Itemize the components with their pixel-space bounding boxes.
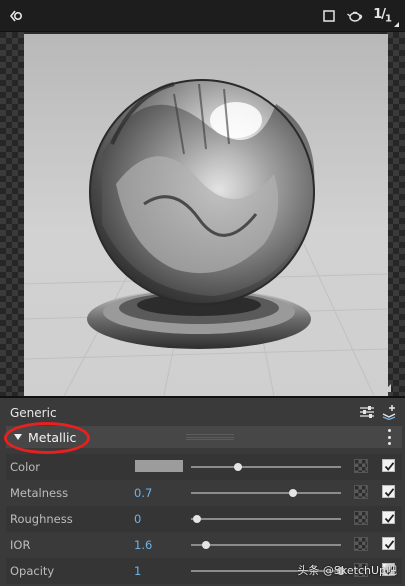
teapot-icon[interactable] xyxy=(347,8,363,24)
checker-background-left xyxy=(0,32,24,396)
property-value[interactable]: 0.7 xyxy=(134,486,152,500)
property-label: Color xyxy=(10,460,41,474)
property-value[interactable]: 0 xyxy=(134,512,141,526)
drag-grip-icon[interactable] xyxy=(186,434,234,440)
color-slider[interactable] xyxy=(191,463,341,471)
more-options-icon[interactable] xyxy=(388,429,392,445)
property-row-roughness: Roughness 0 xyxy=(6,506,402,532)
metalness-slider[interactable] xyxy=(191,489,341,497)
property-label: Opacity xyxy=(10,564,55,578)
property-label: Metalness xyxy=(10,486,69,500)
roughness-slider[interactable] xyxy=(191,515,341,523)
material-preview-sphere xyxy=(24,34,388,396)
texture-slot-icon[interactable] xyxy=(354,537,368,551)
expand-arrow-icon[interactable] xyxy=(14,434,22,440)
property-value[interactable]: 1.6 xyxy=(134,538,152,552)
preview-toolbar: 1/1 xyxy=(0,0,405,32)
color-swatch[interactable] xyxy=(135,460,183,472)
material-preview-viewport[interactable] xyxy=(0,32,405,396)
sliders-icon[interactable] xyxy=(359,404,375,424)
material-properties-panel: Generic Metallic Color Metalness 0.7 Rou… xyxy=(0,396,405,586)
property-row-ior: IOR 1.6 xyxy=(6,532,402,558)
frame-counter[interactable]: 1/1 xyxy=(373,7,399,27)
property-value[interactable]: 1 xyxy=(134,564,141,578)
enable-checkbox[interactable] xyxy=(382,511,395,524)
panel-header: Generic xyxy=(0,398,405,426)
add-layer-icon[interactable] xyxy=(381,404,397,424)
preview-link-icon[interactable] xyxy=(8,8,24,24)
property-row-metalness: Metalness 0.7 xyxy=(6,480,402,506)
ior-slider[interactable] xyxy=(191,541,341,549)
property-label: IOR xyxy=(10,538,31,552)
enable-checkbox[interactable] xyxy=(382,459,395,472)
panel-title: Generic xyxy=(10,406,57,420)
section-title: Metallic xyxy=(28,430,77,445)
slider-knob[interactable] xyxy=(233,463,242,471)
watermark: 头条 @SketchUp吧 xyxy=(297,564,397,577)
slider-knob[interactable] xyxy=(193,515,201,523)
slider-knob[interactable] xyxy=(289,489,297,497)
square-icon[interactable] xyxy=(321,8,337,24)
enable-checkbox[interactable] xyxy=(382,537,395,550)
slider-knob[interactable] xyxy=(202,541,210,549)
enable-checkbox[interactable] xyxy=(382,485,395,498)
texture-slot-icon[interactable] xyxy=(354,459,368,473)
resize-corner-icon[interactable] xyxy=(383,384,391,392)
property-row-color: Color xyxy=(6,454,402,480)
texture-slot-icon[interactable] xyxy=(354,511,368,525)
texture-slot-icon[interactable] xyxy=(354,485,368,499)
metallic-section-header[interactable]: Metallic xyxy=(6,426,402,448)
property-label: Roughness xyxy=(10,512,73,526)
